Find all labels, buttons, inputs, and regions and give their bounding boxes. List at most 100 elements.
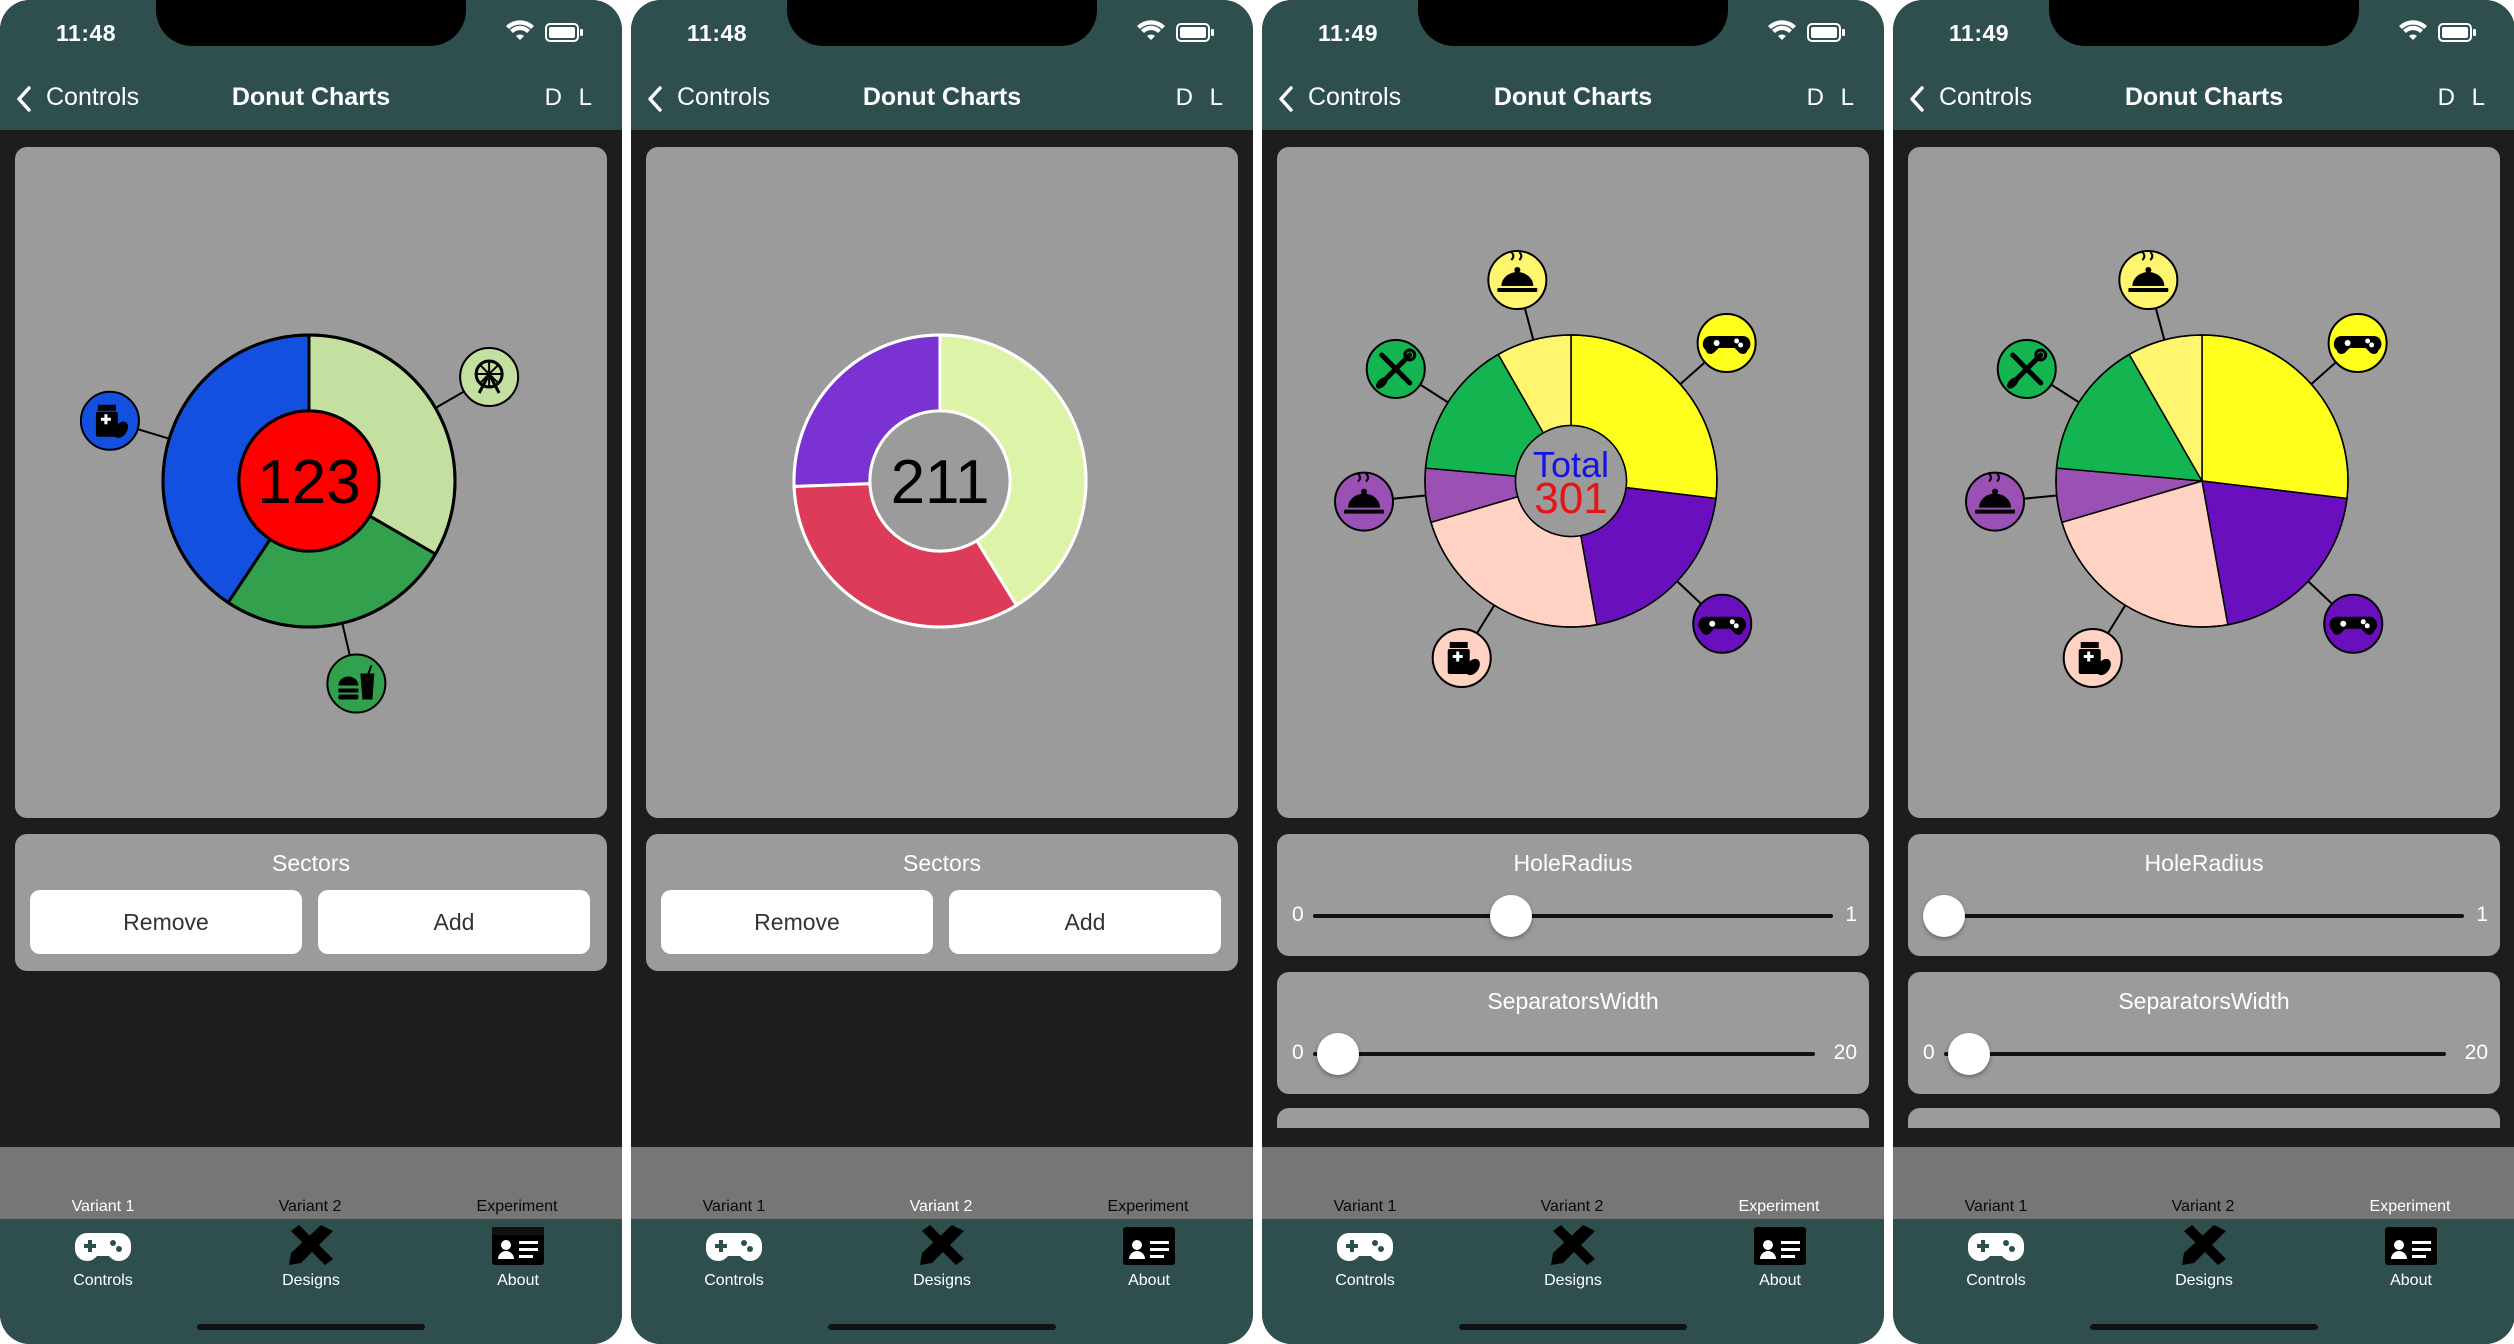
remove-button[interactable]: Remove [30, 890, 302, 954]
id-card-icon [1754, 1227, 1806, 1265]
section-experiment[interactable]: Experiment [2340, 1198, 2480, 1216]
sector-badge-gamepad-icon[interactable] [1696, 313, 1757, 374]
donut-chart[interactable]: 123 [15, 147, 607, 818]
pencil-ruler-icon [1551, 1225, 1595, 1265]
section-variant1[interactable]: Variant 1 [664, 1198, 804, 1216]
separators-width-thumb[interactable] [1948, 1033, 1991, 1075]
sector-badge-pill-bottle-icon[interactable] [1431, 627, 1492, 688]
separators-width-max: 20 [2464, 1041, 2488, 1064]
tab-controls[interactable]: Controls [1285, 1219, 1445, 1309]
add-button[interactable]: Add [949, 890, 1221, 954]
tab-about-label: About [1128, 1272, 1170, 1289]
donut-chart[interactable]: 211 [646, 147, 1238, 818]
sector-badge-pill-bottle-icon[interactable] [2062, 627, 2123, 688]
hole-radius-title: HoleRadius [1513, 850, 1633, 876]
sectors-title: Sectors [272, 850, 350, 876]
home-indicator [1459, 1324, 1687, 1330]
tab-about[interactable]: About [2331, 1219, 2491, 1309]
hole-radius-track[interactable] [1313, 914, 1833, 918]
dark-mode-button[interactable]: D [545, 84, 562, 112]
dark-mode-button[interactable]: D [1807, 84, 1824, 112]
section-experiment[interactable]: Experiment [1078, 1198, 1218, 1216]
section-variant1[interactable]: Variant 1 [33, 1198, 173, 1216]
tab-designs[interactable]: Designs [231, 1219, 391, 1309]
light-mode-button[interactable]: L [579, 84, 592, 112]
sector-badge-pill-bottle-icon[interactable] [79, 390, 140, 451]
sector-badge-tools-icon[interactable] [1365, 338, 1426, 399]
tab-controls[interactable]: Controls [654, 1219, 814, 1309]
sector-badge-food-cloche-icon[interactable] [2118, 250, 2179, 311]
chart-panel: 123 [15, 147, 607, 818]
chart-sector[interactable] [2201, 334, 2349, 500]
tab-designs[interactable]: Designs [1493, 1219, 1653, 1309]
tab-controls-label: Controls [1966, 1272, 2026, 1289]
tab-controls[interactable]: Controls [1916, 1219, 2076, 1309]
sector-badge-gamepad-icon[interactable] [1692, 593, 1753, 654]
section-variant2[interactable]: Variant 2 [871, 1198, 1011, 1216]
next-panel-partial [1277, 1108, 1869, 1128]
sector-badge-gamepad-icon[interactable] [2327, 313, 2388, 374]
navigation-bar: Controls Donut Charts D L [631, 66, 1253, 130]
navigation-bar: Controls Donut Charts D L [0, 66, 622, 130]
light-mode-button[interactable]: L [1841, 84, 1854, 112]
id-card-icon [1123, 1227, 1175, 1265]
tab-designs[interactable]: Designs [2124, 1219, 2284, 1309]
hole-radius-panel: HoleRadius 0 1 [1277, 834, 1869, 956]
tab-about[interactable]: About [1069, 1219, 1229, 1309]
home-indicator [828, 1324, 1056, 1330]
notch [787, 0, 1097, 46]
tab-controls[interactable]: Controls [23, 1219, 183, 1309]
sectors-panel: Sectors Remove Add [646, 834, 1238, 971]
tab-designs[interactable]: Designs [862, 1219, 1022, 1309]
section-variant1[interactable]: Variant 1 [1926, 1198, 2066, 1216]
separators-width-track[interactable] [1313, 1052, 1815, 1056]
tab-about[interactable]: About [438, 1219, 598, 1309]
separators-width-track[interactable] [1944, 1052, 2446, 1056]
hole-radius-max: 1 [1845, 903, 1857, 926]
next-panel-partial [1908, 1108, 2500, 1128]
tab-about-label: About [2390, 1272, 2432, 1289]
sector-badge-food-cloche-icon[interactable] [1965, 471, 2026, 532]
status-time: 11:48 [687, 20, 748, 46]
tab-controls-label: Controls [73, 1272, 133, 1289]
light-mode-button[interactable]: L [1210, 84, 1223, 112]
pencil-ruler-icon [2182, 1225, 2226, 1265]
page-title: Donut Charts [1493, 83, 1653, 111]
phone-screen-4: 11:49 Controls Donut Charts D L HoleRadi… [1893, 0, 2514, 1344]
pie-chart[interactable] [1908, 147, 2500, 818]
dark-mode-button[interactable]: D [2438, 84, 2455, 112]
sector-badge-ferris-wheel-icon[interactable] [459, 347, 520, 407]
hole-radius-track[interactable] [1944, 914, 2464, 918]
center-value: 301 [1534, 474, 1607, 523]
donut-chart[interactable]: Total301 [1277, 147, 1869, 818]
hole-radius-thumb[interactable] [1923, 895, 1965, 937]
separators-width-panel: SeparatorsWidth 0 20 [1908, 972, 2500, 1094]
phone-screen-1: 11:48 Controls Donut Charts D L 123 Sect… [0, 0, 622, 1344]
sector-badge-tools-icon[interactable] [1996, 338, 2057, 399]
tab-designs-label: Designs [913, 1272, 971, 1289]
chart-panel [1908, 147, 2500, 818]
separators-width-thumb[interactable] [1317, 1033, 1360, 1075]
section-experiment[interactable]: Experiment [447, 1198, 587, 1216]
remove-button[interactable]: Remove [661, 890, 933, 954]
add-button[interactable]: Add [318, 890, 590, 954]
section-variant2[interactable]: Variant 2 [1502, 1198, 1642, 1216]
id-card-icon [2385, 1227, 2437, 1265]
hole-radius-panel: HoleRadius 0 1 [1908, 834, 2500, 956]
sector-badge-burger-drink-icon[interactable] [326, 653, 387, 714]
section-variant2[interactable]: Variant 2 [2133, 1198, 2273, 1216]
hole-radius-thumb[interactable] [1489, 895, 1532, 937]
section-experiment[interactable]: Experiment [1709, 1198, 1849, 1216]
dark-mode-button[interactable]: D [1176, 84, 1193, 112]
tab-about[interactable]: About [1700, 1219, 1860, 1309]
separators-width-min: 0 [1292, 1041, 1304, 1064]
status-time: 11:49 [1318, 20, 1379, 46]
light-mode-button[interactable]: L [2472, 84, 2485, 112]
gamepad-icon [706, 1233, 762, 1261]
section-variant2[interactable]: Variant 2 [240, 1198, 380, 1216]
section-variant1[interactable]: Variant 1 [1295, 1198, 1435, 1216]
sector-badge-gamepad-icon[interactable] [2323, 593, 2384, 654]
sector-badge-food-cloche-icon[interactable] [1487, 250, 1548, 311]
chart-panel: 211 [646, 147, 1238, 818]
sector-badge-food-cloche-icon[interactable] [1334, 471, 1395, 532]
